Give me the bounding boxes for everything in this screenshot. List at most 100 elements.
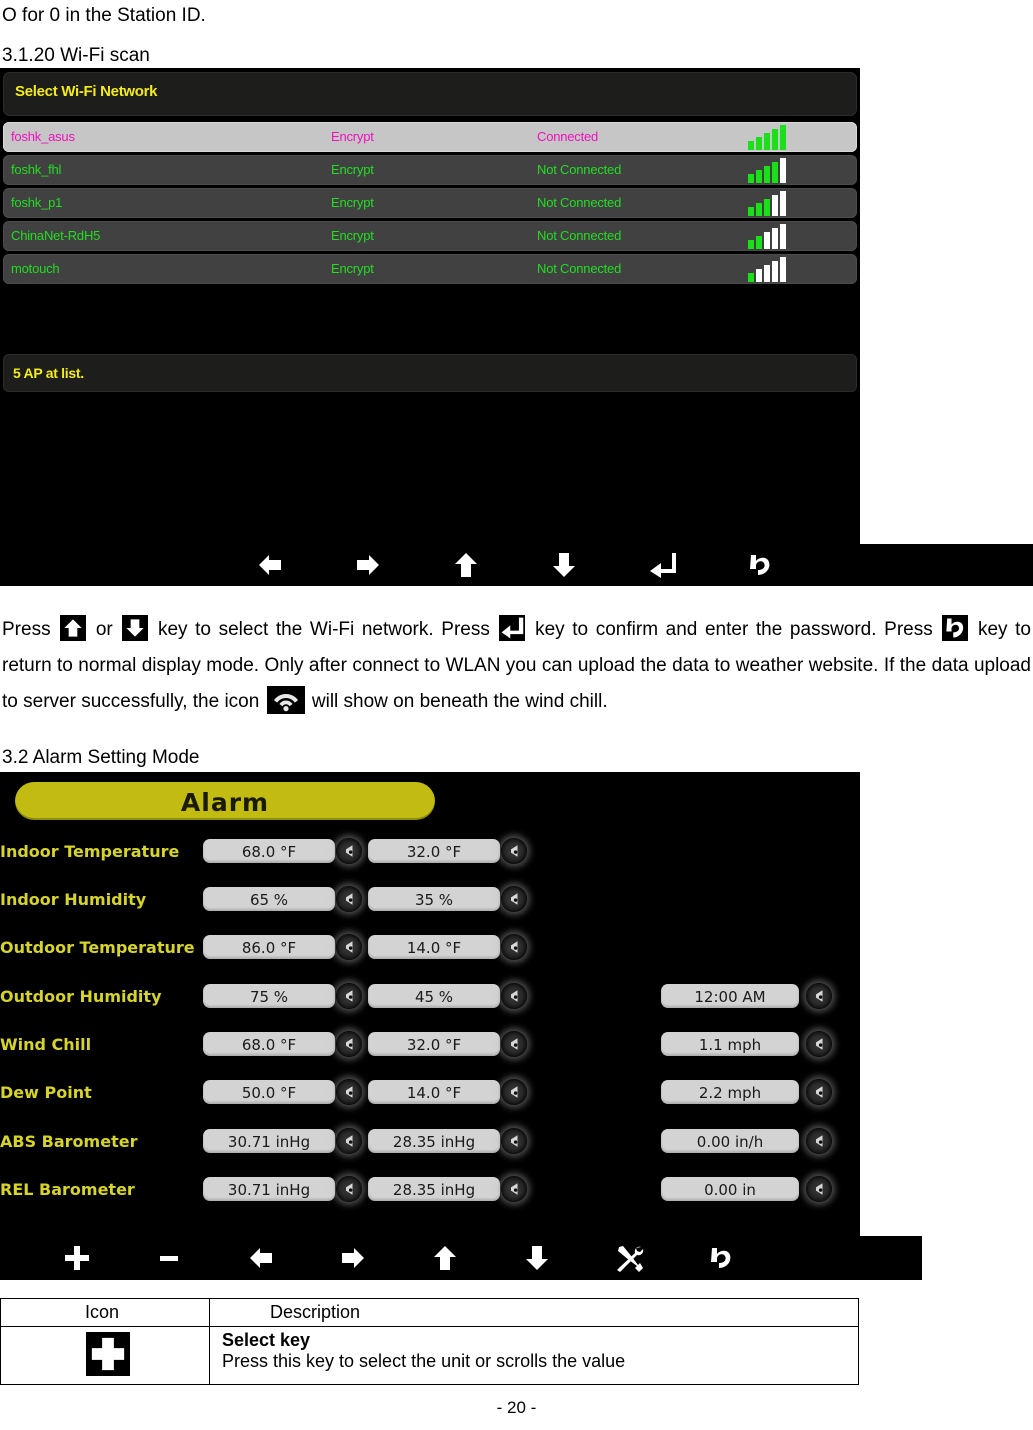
key-description: Press this key to select the unit or scr… [222, 1351, 626, 1371]
tools-icon[interactable] [614, 1243, 644, 1273]
section-heading-alarm-setting: 3.2 Alarm Setting Mode [2, 747, 200, 768]
para-seg-2: or [88, 619, 121, 640]
para-seg-1: Press [2, 619, 59, 640]
alarm-bell-toggle-low-indoor-humidity[interactable] [501, 886, 527, 912]
alarm-row-abs-barometer: ABS Barometer [0, 1130, 200, 1156]
alarm-setting-screen: Alarm Indoor Temperature 68.0 °F 32.0 °F… [0, 772, 922, 1280]
table-cell-icon [0, 1326, 210, 1385]
value-text: 65 % [249, 891, 289, 909]
alarm-navigation-bar [0, 1236, 922, 1280]
wifi-encryption: Encrypt [331, 129, 374, 144]
alarm-row-dew-point: Dew Point [0, 1081, 200, 1107]
alarm-high-value-abs-barometer[interactable]: 30.71 inHg [203, 1129, 335, 1153]
alarm-bell-toggle-gust[interactable] [806, 1079, 832, 1105]
alarm-low-value-indoor-temperature[interactable]: 32.0 °F [368, 839, 500, 863]
alarm-row-rel-barometer: REL Barometer [0, 1178, 200, 1204]
para-seg-4: key to confirm and enter the password. P… [527, 619, 941, 640]
alarm-row-rain-rate: Rain Rate [530, 1130, 655, 1156]
alarm-bell-toggle-high-outdoor-temperature[interactable] [336, 934, 362, 960]
alarm-row-label: Indoor Humidity [0, 890, 147, 909]
minus-icon[interactable] [154, 1243, 184, 1273]
icon-description-table: Icon Description Select key Press this k… [0, 1298, 859, 1385]
down-arrow-icon[interactable] [522, 1243, 552, 1273]
alarm-low-value-rel-barometer[interactable]: 28.35 inHg [368, 1177, 500, 1201]
back-key-icon [942, 615, 969, 641]
value-text: 32.0 °F [406, 843, 462, 861]
down-arrow-icon[interactable] [549, 550, 579, 580]
wifi-network-row[interactable]: foshk_asus Encrypt Connected [3, 122, 857, 152]
alarm-bell-toggle-high-indoor-temperature[interactable] [336, 838, 362, 864]
wifi-instructions-paragraph: Press or key to select the Wi-Fi network… [2, 612, 1031, 720]
alarm-bell-toggle-high-wind-chill[interactable] [336, 1031, 362, 1057]
alarm-bell-toggle-rain-rate[interactable] [806, 1128, 832, 1154]
alarm-high-value-indoor-humidity[interactable]: 65 % [203, 887, 335, 911]
alarm-high-value-rel-barometer[interactable]: 30.71 inHg [203, 1177, 335, 1201]
wifi-connection-status: Not Connected [537, 195, 622, 210]
alarm-low-value-indoor-humidity[interactable]: 35 % [368, 887, 500, 911]
up-arrow-icon[interactable] [430, 1243, 460, 1273]
alarm-bell-toggle-low-indoor-temperature[interactable] [501, 838, 527, 864]
alarm-bell-toggle-low-abs-barometer[interactable] [501, 1128, 527, 1154]
enter-key-icon[interactable] [647, 550, 677, 580]
alarm-bell-toggle-high-rel-barometer[interactable] [336, 1176, 362, 1202]
alarm-value-gust[interactable]: 2.2 mph [661, 1080, 799, 1104]
alarm-title-label: Alarm [180, 788, 270, 817]
alarm-high-value-wind-chill[interactable]: 68.0 °F [203, 1032, 335, 1056]
alarm-bell-toggle-low-outdoor-humidity[interactable] [501, 983, 527, 1009]
alarm-low-value-dew-point[interactable]: 14.0 °F [368, 1080, 500, 1104]
alarm-high-value-outdoor-temperature[interactable]: 86.0 °F [203, 935, 335, 959]
wifi-network-row[interactable]: ChinaNet-RdH5 Encrypt Not Connected [3, 221, 857, 251]
back-key-icon[interactable] [745, 550, 775, 580]
left-arrow-icon[interactable] [255, 550, 285, 580]
alarm-low-value-outdoor-temperature[interactable]: 14.0 °F [368, 935, 500, 959]
alarm-bell-toggle-low-wind-chill[interactable] [501, 1031, 527, 1057]
alarm-bell-toggle-high-outdoor-humidity[interactable] [336, 983, 362, 1009]
value-text: 28.35 inHg [392, 1181, 476, 1199]
alarm-bell-toggle-high-abs-barometer[interactable] [336, 1128, 362, 1154]
alarm-value-rain-rate[interactable]: 0.00 in/h [661, 1129, 799, 1153]
wifi-ssid: foshk_asus [11, 129, 75, 144]
para-seg-3: key to select the Wi-Fi network. Press [150, 619, 498, 640]
alarm-bell-toggle-low-rel-barometer[interactable] [501, 1176, 527, 1202]
alarm-row-label: ABS Barometer [0, 1132, 138, 1151]
table-cell-description: Select key Press this key to select the … [209, 1326, 859, 1385]
alarm-value-alarm-time[interactable]: 12:00 AM [661, 984, 799, 1008]
alarm-value-wind[interactable]: 1.1 mph [661, 1032, 799, 1056]
plus-icon[interactable] [62, 1243, 92, 1273]
alarm-high-value-dew-point[interactable]: 50.0 °F [203, 1080, 335, 1104]
wifi-ap-count-text: 5 AP at list. [13, 365, 84, 381]
value-text: 14.0 °F [406, 939, 462, 957]
alarm-value-daily-rain[interactable]: 0.00 in [661, 1177, 799, 1201]
alarm-bell-toggle-alarm-time[interactable] [806, 983, 832, 1009]
value-text: 30.71 inHg [227, 1181, 311, 1199]
table-header-row: Icon Description [0, 1298, 859, 1327]
enter-key-icon [499, 615, 526, 641]
right-arrow-icon[interactable] [353, 550, 383, 580]
alarm-bell-toggle-daily-rain[interactable] [806, 1176, 832, 1202]
back-key-icon[interactable] [706, 1243, 736, 1273]
alarm-bell-toggle-low-outdoor-temperature[interactable] [501, 934, 527, 960]
alarm-bell-toggle-low-dew-point[interactable] [501, 1079, 527, 1105]
wifi-network-row[interactable]: foshk_p1 Encrypt Not Connected [3, 188, 857, 218]
column-header-icon: Icon [0, 1298, 210, 1327]
alarm-row-label: Outdoor Temperature [0, 938, 195, 957]
wifi-network-row[interactable]: motouch Encrypt Not Connected [3, 254, 857, 284]
alarm-bell-toggle-high-dew-point[interactable] [336, 1079, 362, 1105]
alarm-row-label: Indoor Temperature [0, 842, 180, 861]
wifi-network-row[interactable]: foshk_fhl Encrypt Not Connected [3, 155, 857, 185]
alarm-high-value-outdoor-humidity[interactable]: 75 % [203, 984, 335, 1008]
plus-key-icon [86, 1332, 130, 1376]
alarm-low-value-abs-barometer[interactable]: 28.35 inHg [368, 1129, 500, 1153]
value-text: 28.35 inHg [392, 1133, 476, 1151]
alarm-high-value-indoor-temperature[interactable]: 68.0 °F [203, 839, 335, 863]
alarm-row-wind: Wind [530, 1033, 655, 1059]
alarm-bell-toggle-high-indoor-humidity[interactable] [336, 886, 362, 912]
alarm-low-value-outdoor-humidity[interactable]: 45 % [368, 984, 500, 1008]
alarm-bell-toggle-wind[interactable] [806, 1031, 832, 1057]
right-arrow-icon[interactable] [338, 1243, 368, 1273]
left-arrow-icon[interactable] [246, 1243, 276, 1273]
alarm-low-value-wind-chill[interactable]: 32.0 °F [368, 1032, 500, 1056]
alarm-row-outdoor-temperature: Outdoor Temperature [0, 936, 200, 962]
up-arrow-icon[interactable] [451, 550, 481, 580]
wifi-connection-status: Not Connected [537, 162, 622, 177]
